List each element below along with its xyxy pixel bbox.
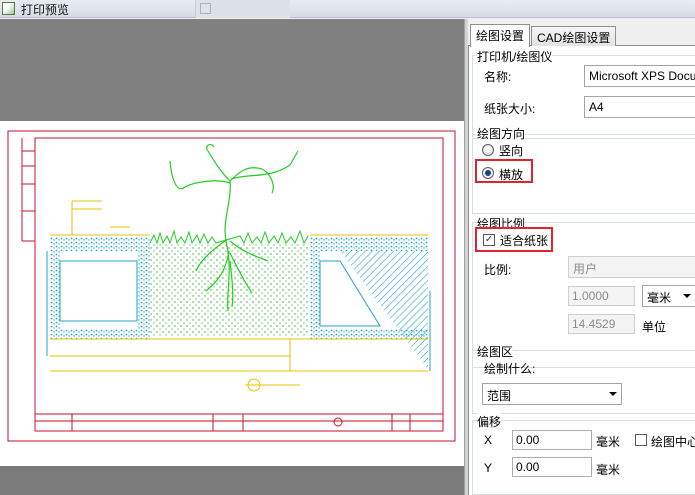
- portrait-label: 竖向: [499, 144, 524, 158]
- plot-settings-body: 打印机/绘图仪 名称: Microsoft XPS Docu 纸张大小: A4 …: [468, 46, 695, 495]
- offset-group-title: 偏移: [477, 413, 502, 430]
- grass: [149, 229, 309, 245]
- settings-panel: 绘图设置 CAD绘图设置 打印机/绘图仪 名称: Microsoft XPS D…: [468, 19, 695, 495]
- window-title: 打印预览: [21, 3, 70, 17]
- landscape-highlight-box: [475, 159, 533, 183]
- fit-to-paper-highlight-box: [475, 227, 553, 252]
- center-plot-checkbox[interactable]: [635, 434, 647, 446]
- background-window-tab[interactable]: [195, 0, 290, 18]
- title-bar: 打印预览: [0, 0, 695, 18]
- portrait-radio[interactable]: [482, 144, 494, 156]
- plot-what-label: 绘制什么:: [484, 362, 536, 376]
- cad-drawing-preview: [7, 130, 456, 442]
- orientation-group-title: 绘图方向: [477, 125, 526, 142]
- printer-name-select[interactable]: Microsoft XPS Docu: [584, 65, 695, 87]
- scale-unit-value: 毫米: [647, 291, 672, 305]
- offset-y-unit: 毫米: [596, 463, 621, 477]
- chevron-down-icon: [609, 392, 617, 396]
- print-preview-area[interactable]: [0, 19, 464, 495]
- offset-x-input[interactable]: 0.00: [512, 430, 592, 450]
- offset-y-input[interactable]: 0.00: [512, 457, 592, 477]
- app-icon: [2, 2, 15, 15]
- center-plot-label: 绘图中心: [651, 435, 695, 449]
- printer-name-value: Microsoft XPS Docu: [589, 69, 695, 83]
- tab-plot-settings[interactable]: 绘图设置: [470, 24, 531, 47]
- offset-y-label: Y: [484, 461, 493, 475]
- right-wall: [310, 237, 428, 369]
- units-label: 单位: [642, 320, 667, 334]
- preview-paper: [0, 121, 464, 466]
- paper-size-select[interactable]: A4: [584, 96, 695, 118]
- window-icon: [200, 3, 211, 14]
- scale-units-input[interactable]: 14.4529: [568, 314, 635, 334]
- printer-group-title: 打印机/绘图仪: [477, 48, 553, 65]
- preview-bottom-margin: [0, 466, 464, 495]
- settings-tabs: 绘图设置 CAD绘图设置: [468, 24, 695, 47]
- offset-x-label: X: [484, 433, 493, 447]
- left-wall: [50, 237, 150, 339]
- paper-size-value: A4: [589, 100, 604, 114]
- offset-x-unit: 毫米: [596, 435, 621, 449]
- tab-cad-plot-settings[interactable]: CAD绘图设置: [531, 26, 617, 46]
- scale-ratio-value: 用户: [573, 262, 598, 276]
- scale-unit-select[interactable]: 毫米: [642, 285, 695, 307]
- plot-area-group-title: 绘图区: [477, 343, 514, 360]
- scale-ratio-select[interactable]: 用户: [568, 256, 695, 278]
- plot-what-select[interactable]: 范围: [482, 383, 622, 405]
- scale-ratio-label: 比例:: [484, 263, 512, 277]
- chevron-down-icon: [683, 294, 691, 298]
- plot-what-value: 范围: [487, 389, 512, 403]
- printer-name-label: 名称:: [484, 70, 512, 84]
- paper-size-label: 纸张大小:: [484, 102, 536, 116]
- scale-value-input[interactable]: 1.0000: [568, 286, 635, 306]
